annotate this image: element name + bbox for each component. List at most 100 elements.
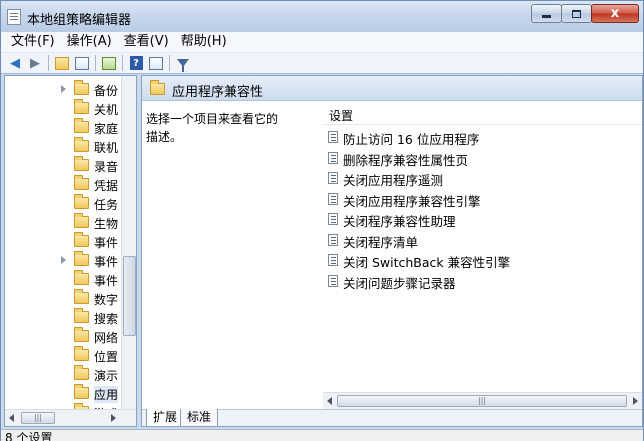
folder-icon [74,213,89,228]
window-title: 本地组策略编辑器 [27,13,132,28]
tree-item[interactable]: 事件 [5,270,123,289]
tab-extended[interactable]: 扩展 [146,409,185,426]
tree-item[interactable]: 网络 [5,327,123,346]
view-tabs: 扩展 标准 [142,409,642,426]
setting-row[interactable]: 关闭程序清单 [327,231,627,251]
forward-button[interactable]: ▶ [25,54,45,72]
title-bar[interactable]: 本地组策略编辑器 x [1,1,643,32]
scroll-left-icon[interactable] [9,414,14,422]
menu-action[interactable]: 操作(A) [61,33,118,51]
tree-item[interactable]: 凭据 [5,175,123,194]
settings-hscroll-thumb[interactable]: ||| [337,395,627,407]
settings-horizontal-scrollbar[interactable]: ||| [323,392,642,409]
setting-row[interactable]: 关闭程序兼容性助理 [327,210,627,230]
setting-label: 关闭程序兼容性助理 [343,214,456,229]
back-button[interactable]: ◀ [5,54,25,72]
setting-row[interactable]: 关闭问题步骤记录器 [327,272,627,292]
status-bar: 8 个设置 [1,429,643,441]
tree-hscroll-thumb[interactable]: ||| [21,412,55,424]
toolbar-separator [122,55,123,71]
tree-horizontal-scrollbar[interactable]: ||| [5,409,136,426]
scroll-right-icon[interactable] [111,414,116,422]
setting-label: 关闭应用程序遥测 [343,173,444,188]
tree-vertical-scrollbar[interactable] [121,76,136,410]
setting-row[interactable]: 删除程序兼容性属性页 [327,149,627,169]
column-header-settings[interactable]: 设置 [323,104,642,125]
tree-item[interactable]: 位置 [5,346,123,365]
tree-item[interactable]: 关机 [5,99,123,118]
expand-arrow-icon[interactable] [61,256,66,264]
folder-icon [74,346,89,361]
scroll-left-icon[interactable] [327,397,332,405]
close-icon: x [610,6,620,21]
tree-vscroll-thumb[interactable] [123,256,136,336]
tree-item[interactable]: 应用 [5,384,123,403]
tree-item-label: 应用 [94,386,119,403]
setting-row[interactable]: 防止访问 16 位应用程序 [327,128,627,148]
export-list-button[interactable] [99,54,119,72]
folder-icon [74,365,89,380]
description-text: 选择一个项目来查看它的描述。 [146,112,279,144]
tree-item[interactable]: 搜索 [5,308,123,327]
setting-label: 删除程序兼容性属性页 [343,152,469,168]
folder-icon [74,175,89,190]
minimize-icon [542,15,551,18]
tree-item-label: 录音 [94,160,119,174]
tree-item[interactable]: 数字 [5,289,123,308]
maximize-icon [572,9,581,18]
up-folder-icon [55,56,69,70]
help-button[interactable]: ? [126,54,146,72]
tree-item-label: 备份 [94,84,119,98]
folder-icon [74,327,89,342]
tree-item[interactable]: 备份 [5,80,123,99]
toolbar-separator [95,55,96,71]
tree-item[interactable]: 任务 [5,194,123,213]
setting-row[interactable]: 关闭 SwitchBack 兼容性引擎 [327,251,627,271]
tree-item-label: 联机 [94,141,119,155]
folder-icon [74,289,89,304]
folder-icon [74,99,89,114]
show-hide-tree-icon [75,56,89,70]
maximize-button[interactable] [561,4,592,23]
tree-item[interactable]: 联机 [5,137,123,156]
back-arrow-icon: ◀ [10,55,20,71]
minimize-button[interactable] [531,4,562,23]
expand-arrow-icon[interactable] [61,85,66,93]
show-hide-tree-button[interactable] [72,54,92,72]
tab-standard[interactable]: 标准 [180,409,219,426]
setting-label: 防止访问 16 位应用程序 [343,132,480,147]
setting-row[interactable]: 关闭应用程序遥测 [327,169,627,189]
tree-item[interactable]: 演示 [5,365,123,384]
policy-setting-icon [328,213,338,225]
status-text: 8 个设置 [5,431,53,441]
app-window: 本地组策略编辑器 x 文件(F) 操作(A) 查看(V) 帮助(H) ◀ ▶ ?… [0,0,644,441]
policy-setting-icon [328,274,338,287]
folder-icon [74,137,89,152]
forward-arrow-icon: ▶ [30,55,40,71]
tree-item[interactable]: 生物 [5,213,123,232]
menu-view[interactable]: 查看(V) [118,33,175,51]
setting-label: 关闭应用程序兼容性引擎 [343,193,481,209]
setting-label: 关闭 SwitchBack 兼容性引擎 [343,255,511,270]
properties-button[interactable] [146,54,166,72]
tree-item[interactable]: 事件 [5,232,123,251]
folder-icon [74,251,89,266]
tree-item[interactable]: 家庭 [5,118,123,137]
scroll-right-icon[interactable] [633,397,638,405]
tree-item[interactable]: 录音 [5,156,123,175]
tree-item-label: 家庭 [94,122,119,136]
toolbar-separator [169,55,170,71]
tree-pane[interactable]: 备份关机家庭联机录音凭据任务生物事件事件事件数字搜索网络位置演示应用游戏 ||| [4,75,137,427]
setting-label: 关闭程序清单 [343,234,419,250]
policy-setting-icon [328,192,338,205]
setting-row[interactable]: 关闭应用程序兼容性引擎 [327,190,627,210]
up-folder-button[interactable] [52,54,72,72]
tree-item[interactable]: 事件 [5,251,123,270]
filter-button[interactable] [173,54,193,72]
menu-file[interactable]: 文件(F) [5,33,61,51]
close-button[interactable]: x [591,4,639,23]
toolbar: ◀ ▶ ? [1,52,643,74]
properties-icon [149,56,163,70]
menu-help[interactable]: 帮助(H) [175,33,233,51]
window-controls: x [531,4,639,23]
